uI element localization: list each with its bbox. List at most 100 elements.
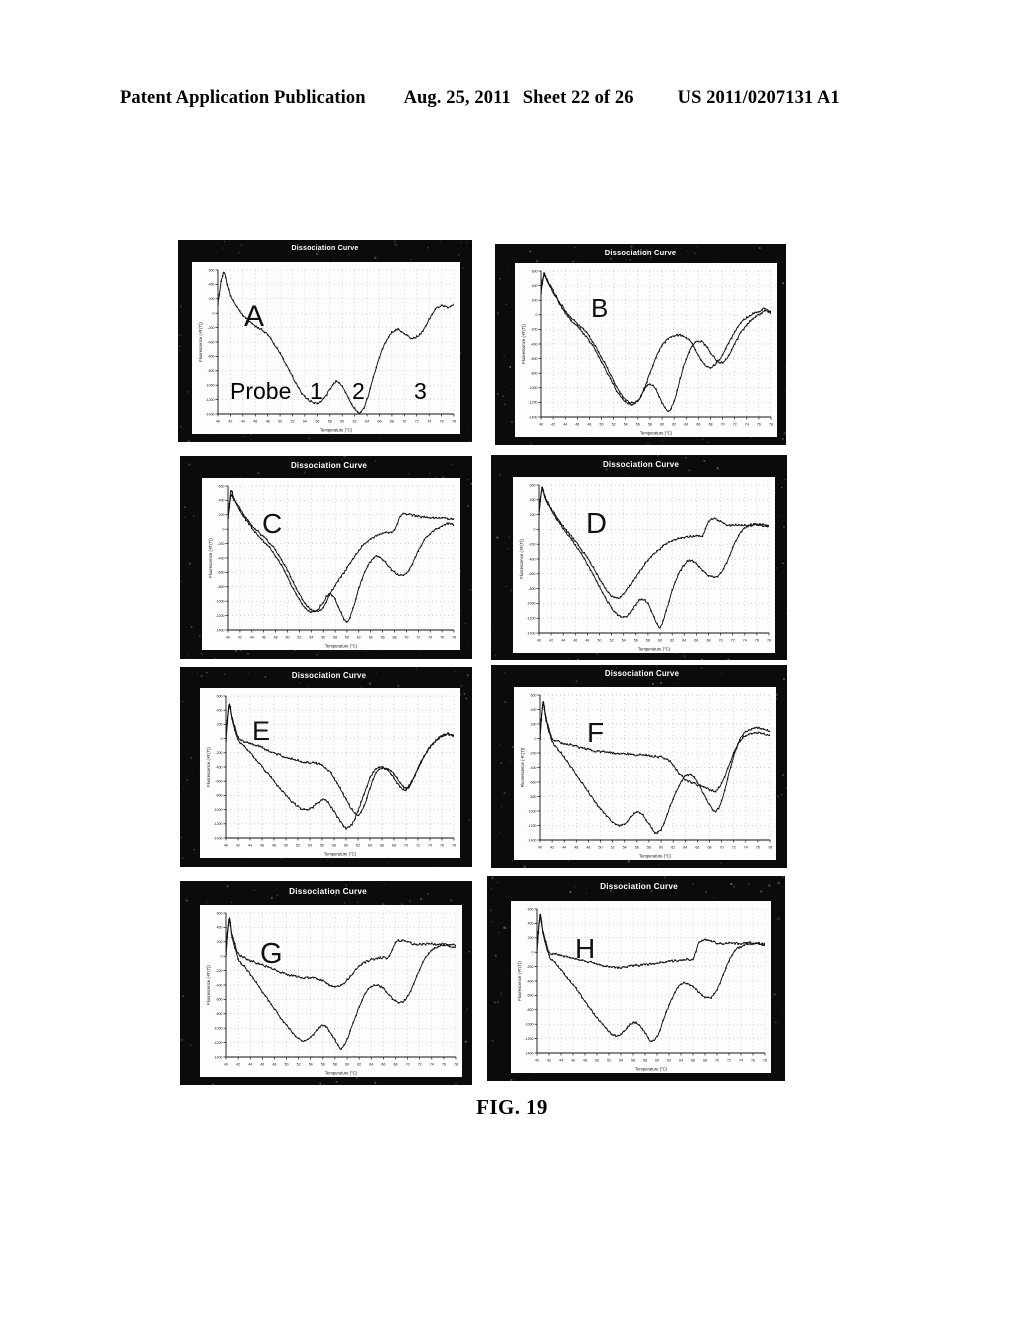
svg-text:54: 54 (623, 846, 627, 850)
panel-letter-f: F (587, 717, 605, 748)
svg-text:Temperature (°C): Temperature (°C) (640, 431, 673, 436)
panel-title: Dissociation Curve (290, 461, 368, 470)
svg-text:78: 78 (452, 636, 456, 640)
svg-text:-1400: -1400 (528, 838, 537, 842)
svg-text:72: 72 (727, 1059, 731, 1063)
svg-text:200: 200 (530, 513, 536, 517)
svg-text:68: 68 (703, 1059, 707, 1063)
svg-text:-1000: -1000 (206, 384, 215, 388)
svg-text:-200: -200 (215, 751, 222, 755)
svg-text:62: 62 (670, 639, 674, 643)
svg-text:46: 46 (262, 636, 266, 640)
sheet-number: Sheet 22 of 26 (522, 88, 634, 108)
svg-text:64: 64 (368, 844, 372, 848)
svg-text:Temperature (°C): Temperature (°C) (638, 647, 671, 652)
svg-text:50: 50 (595, 1059, 599, 1063)
svg-text:76: 76 (442, 1063, 446, 1067)
plot-area-h: 40 42 44 46 48 50 52 54 56 58 60 62 64 66 68 70 72 74 76 78… (511, 901, 771, 1073)
svg-text:56: 56 (321, 1063, 325, 1067)
svg-text:68: 68 (709, 423, 713, 427)
figure-panel-g: Dissociation Curve 40 42 44 46 48 50 52 54 56 58 60… (180, 881, 472, 1085)
svg-text:74: 74 (428, 844, 432, 848)
svg-text:64: 64 (679, 1059, 683, 1063)
svg-text:0: 0 (221, 737, 223, 741)
svg-text:42: 42 (236, 1063, 240, 1067)
svg-text:600: 600 (532, 269, 538, 273)
svg-text:400: 400 (530, 498, 536, 502)
figure-panel-e: Dissociation Curve 40 42 44 46 48 50 52 54 56 58 60… (180, 667, 472, 867)
svg-text:54: 54 (303, 420, 307, 424)
svg-text:-1400: -1400 (214, 836, 223, 840)
svg-text:44: 44 (561, 639, 565, 643)
svg-text:200: 200 (528, 936, 534, 940)
plot-area-b: 40 42 44 46 48 50 52 54 56 58 60 62 64 66 68 70 72 74 76 78… (515, 263, 777, 437)
svg-text:78: 78 (763, 1059, 767, 1063)
panel-letter-h: H (575, 933, 596, 964)
svg-text:58: 58 (643, 1059, 647, 1063)
svg-text:76: 76 (756, 846, 760, 850)
svg-text:-400: -400 (528, 557, 535, 561)
svg-text:Fluorescence (-R'(T)): Fluorescence (-R'(T)) (517, 961, 522, 1001)
svg-text:600: 600 (217, 694, 223, 698)
svg-text:66: 66 (380, 844, 384, 848)
svg-text:74: 74 (427, 420, 431, 424)
svg-text:-1000: -1000 (529, 386, 538, 390)
patent-page: Patent Application Publication Aug. 25, … (0, 0, 1024, 1320)
svg-text:78: 78 (768, 846, 772, 850)
svg-text:56: 56 (635, 846, 639, 850)
svg-text:40: 40 (537, 639, 541, 643)
svg-text:52: 52 (612, 423, 616, 427)
svg-text:56: 56 (631, 1059, 635, 1063)
svg-text:-1200: -1200 (214, 1041, 223, 1045)
svg-text:54: 54 (309, 1063, 313, 1067)
svg-text:-200: -200 (207, 326, 214, 330)
svg-text:46: 46 (260, 844, 264, 848)
svg-text:64: 64 (369, 1063, 373, 1067)
svg-text:64: 64 (365, 420, 369, 424)
svg-text:68: 68 (707, 639, 711, 643)
svg-text:74: 74 (743, 639, 747, 643)
plot-area-e: 40 42 44 46 48 50 52 54 56 58 60 62 64 66 68 70 72 74 76 78… (200, 688, 460, 858)
svg-text:44: 44 (562, 846, 566, 850)
svg-text:-1400: -1400 (206, 412, 215, 416)
svg-text:Fluorescence (-R'(T)): Fluorescence (-R'(T)) (521, 324, 526, 364)
svg-text:-800: -800 (529, 795, 536, 799)
svg-text:78: 78 (767, 639, 771, 643)
svg-text:-600: -600 (528, 572, 535, 576)
svg-text:60: 60 (660, 423, 664, 427)
svg-text:600: 600 (219, 484, 225, 488)
svg-text:Fluorescence (-R'(T)): Fluorescence (-R'(T)) (208, 538, 213, 578)
svg-text:68: 68 (708, 846, 712, 850)
svg-text:0: 0 (223, 528, 225, 532)
svg-text:-1400: -1400 (214, 1055, 223, 1059)
svg-text:56: 56 (636, 423, 640, 427)
svg-text:-400: -400 (207, 340, 214, 344)
svg-text:60: 60 (340, 420, 344, 424)
svg-text:54: 54 (309, 636, 313, 640)
svg-text:Temperature (°C): Temperature (°C) (325, 1071, 358, 1076)
panel-title: Dissociation Curve (289, 887, 367, 896)
svg-text:200: 200 (219, 513, 225, 517)
svg-text:64: 64 (684, 423, 688, 427)
svg-text:-800: -800 (215, 1012, 222, 1016)
svg-text:42: 42 (547, 1059, 551, 1063)
panel-letter-g: G (260, 938, 283, 970)
svg-text:70: 70 (721, 423, 725, 427)
svg-text:-600: -600 (217, 571, 224, 575)
svg-text:400: 400 (531, 708, 537, 712)
svg-text:58: 58 (647, 846, 651, 850)
svg-text:52: 52 (610, 639, 614, 643)
plot-area-g: 40 42 44 46 48 50 52 54 56 58 60 62 64 66 68 70 72 74 76 78… (200, 905, 462, 1077)
svg-text:58: 58 (328, 420, 332, 424)
svg-text:-400: -400 (215, 983, 222, 987)
svg-text:0: 0 (534, 528, 536, 532)
svg-text:66: 66 (695, 846, 699, 850)
plot-area-c: 40 42 44 46 48 50 52 54 56 58 60 62 64 66 68 70 72 74 76 78… (202, 478, 460, 650)
svg-text:42: 42 (228, 420, 232, 424)
svg-text:60: 60 (345, 1063, 349, 1067)
svg-text:68: 68 (392, 844, 396, 848)
svg-text:78: 78 (454, 1063, 458, 1067)
svg-text:72: 72 (732, 846, 736, 850)
svg-text:-1000: -1000 (214, 1027, 223, 1031)
svg-text:48: 48 (266, 420, 270, 424)
